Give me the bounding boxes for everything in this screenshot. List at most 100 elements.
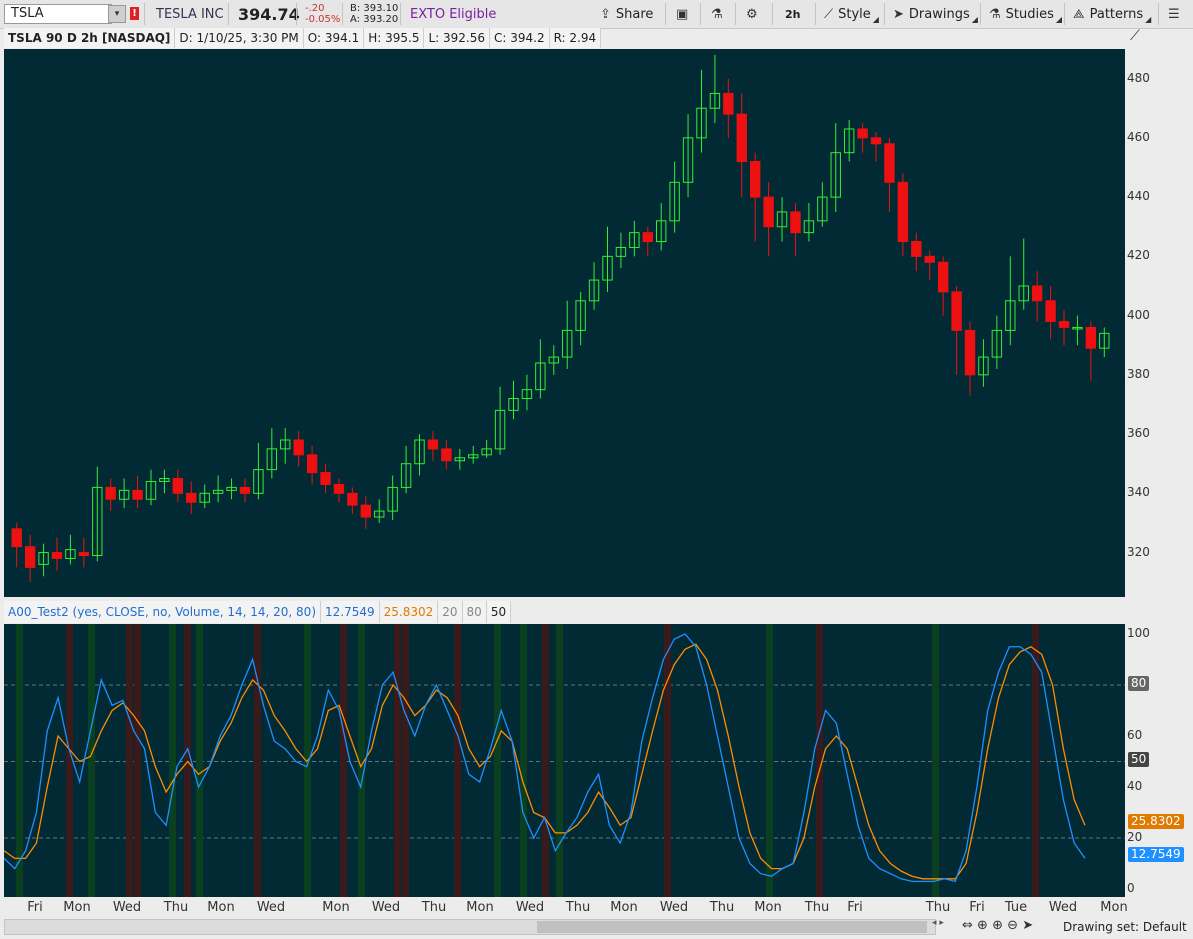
candle-down: [790, 211, 801, 234]
oscillator-panel[interactable]: [3, 624, 1125, 897]
time-axis[interactable]: Fri Mon Wed Thu Mon Wed Mon Wed Thu Mon Wed Thu Mon W…: [4, 898, 1127, 918]
studies-button[interactable]: ⚗ Studies ◢: [989, 0, 1062, 28]
candle-down: [1031, 285, 1043, 302]
signal-band: [454, 624, 461, 897]
candle-down: [347, 492, 358, 506]
style-icon: ⟋: [824, 6, 834, 22]
toolbar-divider: [665, 3, 666, 25]
indicator-header: A00_Test2 (yes, CLOSE, no, Volume, 14, 1…: [4, 601, 512, 623]
bar-date: D: 1/10/25, 3:30 PM: [175, 28, 304, 48]
flask-button[interactable]: ⚗: [711, 0, 728, 28]
gear-button[interactable]: ⚙: [746, 0, 763, 28]
candle-down: [1085, 326, 1097, 349]
candle-down: [427, 439, 439, 450]
drawing-tool-icon[interactable]: ⟋: [1130, 28, 1140, 44]
scroll-right-icon[interactable]: ▸: [939, 918, 944, 928]
oscillator-tick-label: 20: [1127, 830, 1143, 844]
time-tick-label: Mon: [466, 900, 494, 915]
horizontal-scrollbar[interactable]: [4, 919, 936, 935]
drawings-button[interactable]: ➤ Drawings ◢: [893, 0, 978, 28]
drawings-caret-icon: ◢: [971, 14, 978, 24]
time-tick-label: Thu: [565, 900, 591, 915]
menu-button[interactable]: ☰: [1168, 0, 1185, 28]
alert-badge[interactable]: !: [130, 7, 139, 20]
scroll-left-icon[interactable]: ◂: [932, 918, 937, 928]
signal-band: [88, 624, 95, 897]
toolbar-divider: [772, 3, 773, 25]
scroll-arrows[interactable]: ◂ ▸: [932, 918, 944, 928]
change-value: -.20: [305, 3, 325, 14]
indicator-name[interactable]: A00_Test2 (yes, CLOSE, no, Volume, 14, 1…: [4, 601, 321, 623]
pointer-icon[interactable]: ➤: [1022, 918, 1033, 933]
crosshair-icon[interactable]: ⊕: [977, 918, 988, 933]
time-tick-label: Wed: [515, 900, 545, 915]
share-button[interactable]: ⇪ Share: [600, 0, 653, 28]
bid-value: B: 393.10: [350, 3, 399, 14]
time-tick-label: Mon: [610, 900, 638, 915]
candle-down: [870, 137, 882, 145]
signal-band: [66, 624, 73, 897]
flask-icon: ⚗: [711, 6, 723, 22]
zoom-out-icon[interactable]: ⊖: [1007, 918, 1018, 933]
chart-header: TSLA 90 D 2h [NASDAQ] D: 1/10/25, 3:30 P…: [4, 28, 602, 48]
time-tick-label: Mon: [63, 900, 91, 915]
exto-eligible[interactable]: EXTO Eligible: [410, 0, 496, 28]
price-change: -.20 -0.05%: [305, 3, 340, 25]
candle-down: [964, 329, 976, 376]
toolbar-divider: [884, 3, 885, 25]
ask-value: A: 393.20: [350, 14, 399, 25]
candle-down: [293, 439, 304, 456]
drawing-set-label[interactable]: Drawing set: Default: [1063, 920, 1187, 934]
price-axis[interactable]: 480 460 440 420 400 380 360 340 320: [1127, 49, 1189, 597]
time-tick-label: Wed: [112, 900, 142, 915]
chart-title[interactable]: TSLA 90 D 2h [NASDAQ]: [4, 28, 176, 48]
style-button[interactable]: ⟋ Style ◢: [824, 0, 879, 28]
price-tick-label: 440: [1127, 189, 1150, 204]
time-tick-label: Wed: [256, 900, 286, 915]
signal-band: [254, 624, 261, 897]
bar-low: L: 392.56: [424, 28, 490, 48]
candle-down: [1045, 300, 1056, 323]
indicator-level-mid: 50: [487, 601, 512, 623]
indicator-value-2: 25.8302: [380, 601, 439, 623]
menu-icon: ☰: [1168, 6, 1180, 22]
oscillator-tick-label: 0: [1127, 881, 1135, 895]
symbol-dropdown-icon[interactable]: ▾: [108, 5, 126, 23]
candle-down: [78, 552, 90, 557]
company-name: TESLA INC: [156, 6, 224, 22]
candle-down: [333, 483, 345, 494]
bar-open: O: 394.1: [303, 28, 365, 48]
signal-band: [542, 624, 549, 897]
scrollbar-thumb[interactable]: [537, 921, 927, 933]
time-tick-label: Fri: [27, 900, 43, 915]
signal-band: [184, 624, 191, 897]
signal-band: [340, 624, 347, 897]
candle-down: [884, 143, 895, 183]
signal-band: [520, 624, 527, 897]
price-chart-panel[interactable]: [4, 49, 1125, 597]
bar-close: C: 394.2: [489, 28, 550, 48]
timeframe-button[interactable]: 2h: [785, 0, 801, 28]
share-label: Share: [615, 6, 654, 22]
candle-down: [897, 181, 909, 243]
time-tick-label: Fri: [847, 900, 863, 915]
oscillator-tick-label: 100: [1127, 626, 1150, 640]
zoom-in-icon[interactable]: ⊕: [992, 918, 1003, 933]
price-tick-label: 480: [1127, 70, 1150, 85]
zoom-controls: ⇔ ⊕ ⊕ ⊖ ➤: [962, 918, 1033, 933]
time-tick-label: Mon: [207, 900, 235, 915]
symbol-input[interactable]: TSLA: [4, 4, 112, 24]
candle-down: [24, 546, 36, 568]
chart-settings-button[interactable]: ▣: [676, 0, 693, 28]
candle-down: [763, 196, 774, 228]
time-tick-label: Thu: [421, 900, 447, 915]
candlestick-chart: [11, 54, 1110, 583]
signal-band: [126, 624, 133, 897]
oscillator-chart: [3, 624, 1125, 897]
patterns-label: Patterns: [1089, 6, 1144, 22]
patterns-button[interactable]: ⟁ Patterns ◢: [1073, 0, 1151, 28]
signal-band: [664, 624, 671, 897]
expand-icon[interactable]: ⇔: [962, 918, 973, 933]
candle-down: [441, 448, 452, 462]
time-tick-label: Wed: [1048, 900, 1078, 915]
